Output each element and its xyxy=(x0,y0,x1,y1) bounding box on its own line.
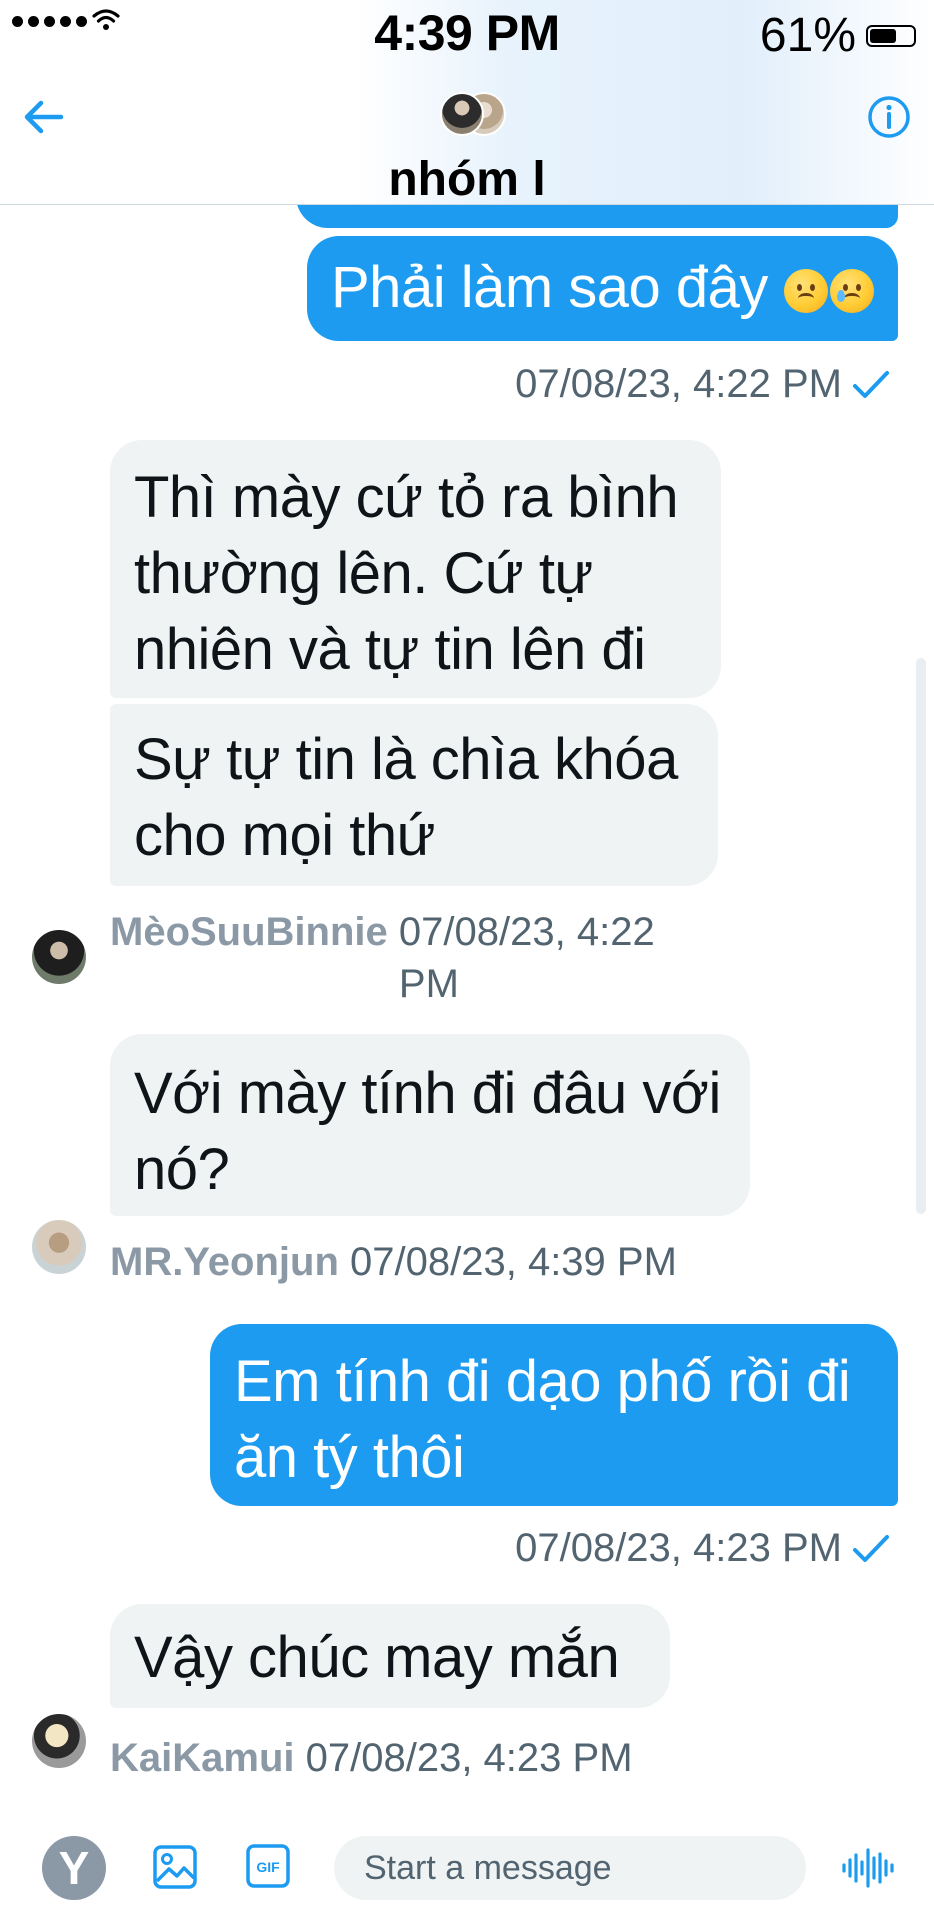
scrollbar[interactable] xyxy=(916,658,926,1214)
message-bubble-received[interactable]: Vậy chúc may mắn xyxy=(110,1604,670,1708)
group-avatars[interactable] xyxy=(440,92,512,138)
avatar-mr-yeonjun[interactable] xyxy=(32,1220,86,1274)
timestamp-text: 07/08/23, 4:39 PM xyxy=(350,1240,677,1284)
message-composer: Y GIF xyxy=(0,1806,934,1920)
message-text: Thì mày cứ tỏ ra bình thường lên. Cứ tự … xyxy=(134,465,679,682)
message-sender-meta: MèoSuuBinnie 07/08/23, 4:22 PM xyxy=(110,906,750,1010)
battery-percentage: 61% xyxy=(759,9,856,62)
battery-level xyxy=(870,29,896,43)
check-icon xyxy=(853,371,889,398)
timestamp-text: 07/08/23, 4:22 PM xyxy=(398,910,655,1006)
message-sender-meta: MR.Yeonjun 07/08/23, 4:39 PM xyxy=(110,1238,677,1286)
avatar-meosuubinnie[interactable] xyxy=(32,930,86,984)
sender-name[interactable]: MèoSuuBinnie xyxy=(110,910,388,954)
message-bubble-received[interactable]: Sự tự tin là chìa khóa cho mọi thứ xyxy=(110,704,718,886)
timestamp-text: 07/08/23, 4:23 PM xyxy=(305,1736,633,1780)
message-text: Sự tự tin là chìa khóa cho mọi thứ xyxy=(134,727,678,868)
gif-icon: GIF xyxy=(246,1844,290,1888)
message-text: Vậy chúc may mắn xyxy=(134,1625,620,1690)
back-button[interactable] xyxy=(18,92,68,142)
avatar-kaikamui[interactable] xyxy=(32,1714,86,1768)
message-bubble-sent[interactable]: Em tính đi dạo phố rồi đi ăn tý thôi xyxy=(210,1324,898,1506)
voice-message-button[interactable] xyxy=(840,1844,896,1892)
info-icon xyxy=(868,96,910,138)
dm-conversation-screen: Phải làm sao đây 07/08/23, 4:22 PM Thì m… xyxy=(0,0,934,1920)
message-input[interactable] xyxy=(334,1836,806,1900)
message-list: Phải làm sao đây 07/08/23, 4:22 PM Thì m… xyxy=(0,0,934,1920)
conversation-title[interactable]: nhóm l xyxy=(0,152,934,204)
image-icon xyxy=(153,1845,197,1889)
info-button[interactable] xyxy=(866,94,912,140)
check-icon xyxy=(853,1535,889,1562)
message-sender-meta: KaiKamui 07/08/23, 4:23 PM xyxy=(110,1734,633,1782)
message-timestamp: 07/08/23, 4:23 PM xyxy=(515,1524,890,1572)
crying-face-emoji xyxy=(829,269,874,313)
voice-waveform-icon xyxy=(842,1848,894,1888)
battery-icon xyxy=(866,25,916,47)
message-bubble-received[interactable]: Thì mày cứ tỏ ra bình thường lên. Cứ tự … xyxy=(110,440,721,698)
status-bar: 4:39 PM 61% xyxy=(0,0,934,80)
avatar xyxy=(440,92,484,136)
message-bubble-received[interactable]: Với mày tính đi đâu với nó? xyxy=(110,1034,750,1216)
y-logo-button[interactable]: Y xyxy=(42,1836,106,1900)
arrow-left-icon xyxy=(24,100,64,134)
logo-letter: Y xyxy=(58,1842,90,1894)
message-text: Với mày tính đi đâu với nó? xyxy=(134,1061,721,1202)
message-text: Phải làm sao đây xyxy=(331,255,768,320)
message-bubble-sent[interactable]: Phải làm sao đây xyxy=(307,236,898,341)
add-image-button[interactable] xyxy=(150,1842,200,1892)
add-gif-button[interactable]: GIF xyxy=(244,1842,292,1890)
sender-name[interactable]: MR.Yeonjun xyxy=(110,1240,339,1284)
sender-name[interactable]: KaiKamui xyxy=(110,1736,295,1780)
sad-relieved-face-emoji xyxy=(783,269,828,313)
message-timestamp: 07/08/23, 4:22 PM xyxy=(515,360,890,408)
svg-text:GIF: GIF xyxy=(256,1859,280,1875)
message-text: Em tính đi dạo phố rồi đi ăn tý thôi xyxy=(234,1349,851,1490)
